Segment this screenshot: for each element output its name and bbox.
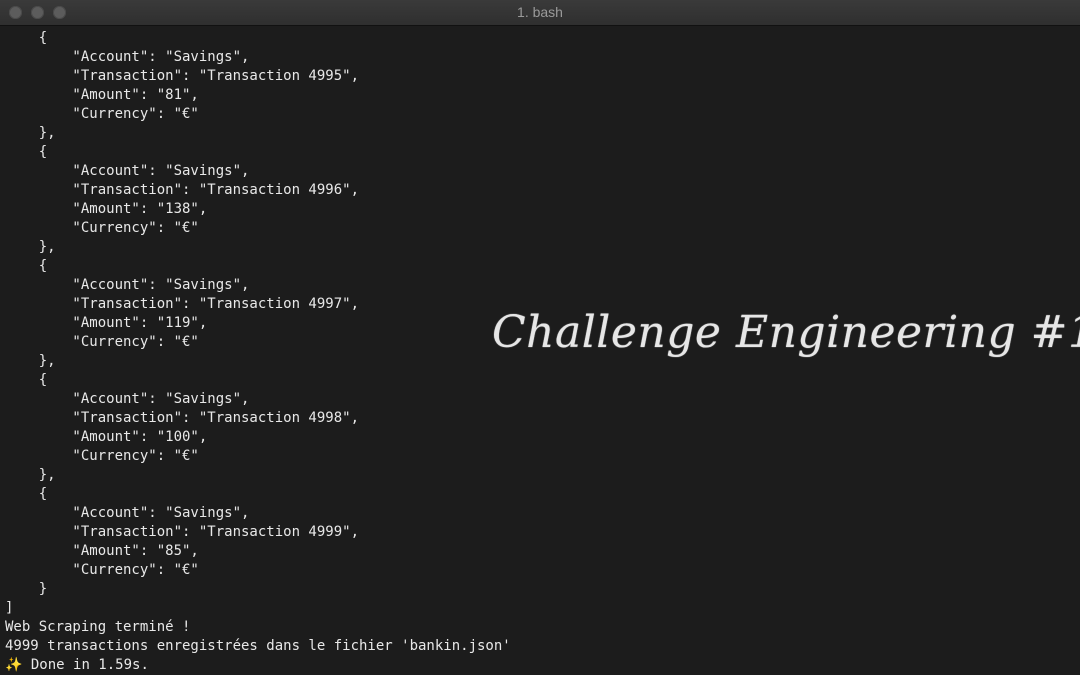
terminal-line: "Currency": "€"	[5, 220, 199, 236]
window-title: 1. bash	[517, 4, 563, 20]
terminal-line: {	[5, 372, 48, 388]
terminal-window: 1. bash { "Account": "Savings", "Transac…	[0, 0, 1080, 675]
terminal-line: },	[5, 239, 56, 255]
terminal-line: },	[5, 467, 56, 483]
challenge-title-overlay: Challenge Engineering #1	[492, 307, 1080, 358]
terminal-done-line: ✨ Done in 1.59s.	[5, 656, 1075, 675]
terminal-line: "Currency": "€"	[5, 106, 199, 122]
terminal-line: "Account": "Savings",	[5, 391, 250, 407]
terminal-line: {	[5, 30, 48, 46]
title-bar[interactable]: 1. bash	[0, 0, 1080, 26]
terminal-line: "Amount": "81",	[5, 87, 199, 103]
terminal-line: ]	[5, 600, 14, 616]
terminal-line: "Transaction": "Transaction 4996",	[5, 182, 360, 198]
terminal-line: "Account": "Savings",	[5, 277, 250, 293]
terminal-line: "Transaction": "Transaction 4998",	[5, 410, 360, 426]
terminal-line: "Currency": "€"	[5, 562, 199, 578]
terminal-line: Web Scraping terminé !	[5, 619, 191, 635]
terminal-line: "Account": "Savings",	[5, 163, 250, 179]
terminal-line: {	[5, 258, 48, 274]
terminal-line: }	[5, 581, 48, 597]
terminal-line: },	[5, 125, 56, 141]
terminal-line: "Amount": "100",	[5, 429, 208, 445]
terminal-line: "Transaction": "Transaction 4995",	[5, 68, 360, 84]
terminal-line: "Currency": "€"	[5, 448, 199, 464]
terminal-line: "Transaction": "Transaction 4999",	[5, 524, 360, 540]
sparkles-icon: ✨	[5, 657, 23, 673]
terminal-line: {	[5, 144, 48, 160]
done-message: Done in 1.59s.	[22, 657, 149, 673]
terminal-line: "Account": "Savings",	[5, 49, 250, 65]
terminal-line: "Amount": "138",	[5, 201, 208, 217]
terminal-line: {	[5, 486, 48, 502]
terminal-line: "Account": "Savings",	[5, 505, 250, 521]
terminal-line: "Amount": "85",	[5, 543, 199, 559]
terminal-line: 4999 transactions enregistrées dans le f…	[5, 638, 511, 654]
